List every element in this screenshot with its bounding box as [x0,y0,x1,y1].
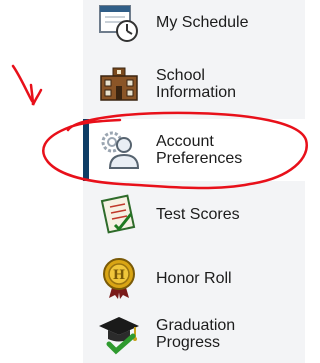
sidebar-item-test-scores[interactable]: Test Scores [83,185,305,243]
sidebar-item-label: Honor Roll [156,269,232,287]
sidebar-item-label: Test Scores [156,205,240,223]
svg-text:H: H [113,268,125,283]
sidebar-item-label: Account Preferences [156,133,243,167]
sidebar-item-graduation-progress[interactable]: Graduation Progress [83,305,305,363]
user-gear-icon [97,128,141,172]
school-building-icon [97,62,141,106]
honor-medal-icon: H [97,256,141,300]
sidebar-item-label: Graduation Progress [156,317,236,351]
graduation-cap-check-icon [97,312,141,356]
sidebar-item-label: My Schedule [156,13,249,31]
sidebar-item-label: School Information [156,67,237,101]
sidebar-item-honor-roll[interactable]: H Honor Roll [83,249,305,307]
red-arrow [11,64,34,103]
sidebar-item-school-information[interactable]: School Information [83,55,305,113]
sidebar-item-account-preferences[interactable]: Account Preferences [83,119,305,181]
active-indicator [83,119,89,181]
test-paper-icon [97,192,141,236]
red-arrow-head [29,83,43,106]
sidebar-item-my-schedule[interactable]: My Schedule [83,0,305,51]
calendar-clock-icon [97,0,141,44]
